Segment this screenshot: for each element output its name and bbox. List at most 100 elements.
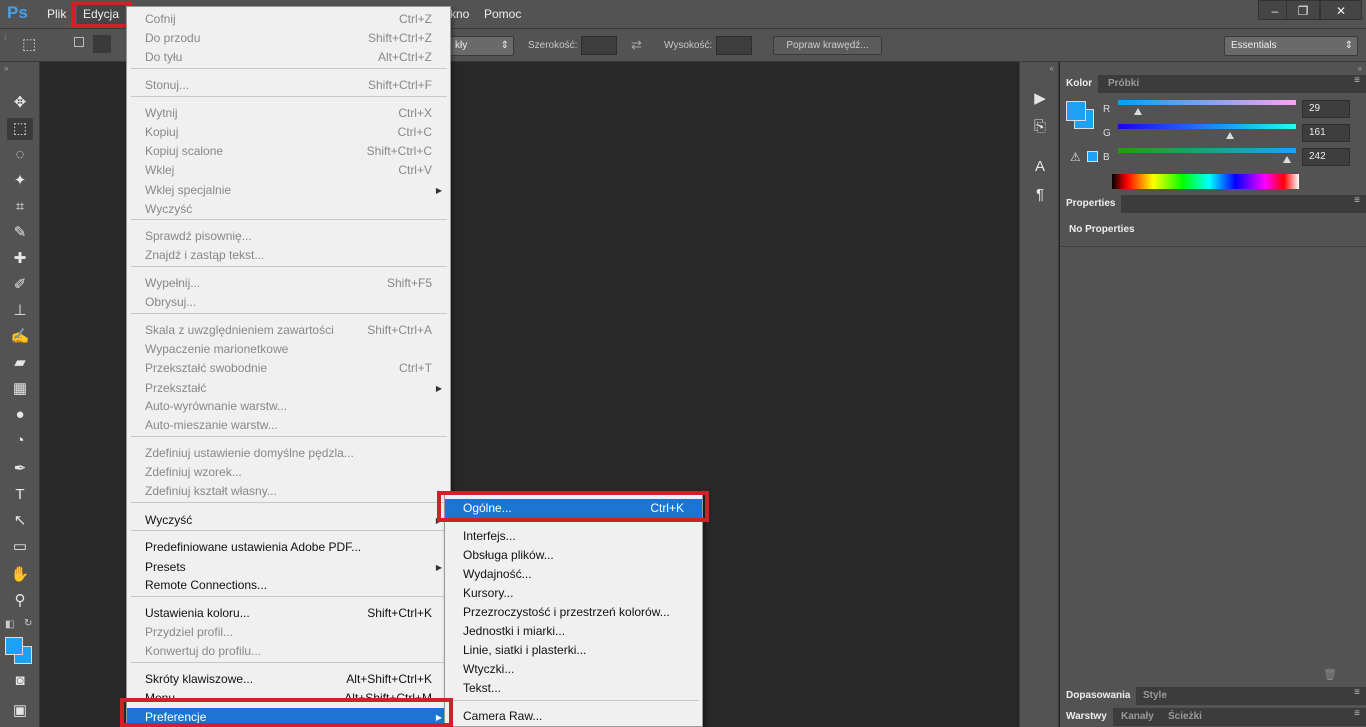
collapse-icon[interactable]: » xyxy=(4,64,8,73)
menu-item[interactable]: Presets ▶ xyxy=(127,558,450,577)
workspace-select[interactable]: Essentials ⇕ xyxy=(1224,36,1358,56)
submenu-item[interactable]: Wtyczki... xyxy=(445,660,702,679)
tab-style[interactable]: Style xyxy=(1137,687,1173,705)
menu-item[interactable]: Skala z uwzględnieniem zawartości Shift+C… xyxy=(127,321,450,340)
width-input[interactable] xyxy=(581,36,617,55)
menu-item[interactable]: Auto-wyrównanie warstw... xyxy=(127,397,450,416)
menu-item[interactable]: Przekształć ▶ xyxy=(127,379,450,398)
slider-g-thumb[interactable] xyxy=(1226,132,1235,139)
slider-b-thumb[interactable] xyxy=(1282,156,1291,163)
move-tool-icon[interactable]: ✥ xyxy=(7,92,33,114)
menu-item[interactable]: Wypaczenie marionetkowe xyxy=(127,340,450,359)
panel-menu-icon[interactable]: ≡ xyxy=(1354,708,1360,719)
path-select-icon[interactable]: ↖ xyxy=(7,510,33,532)
submenu-item[interactable]: Kursory... xyxy=(445,584,702,603)
websafe-swatch[interactable] xyxy=(1087,151,1098,162)
submenu-item[interactable]: Camera Raw... xyxy=(445,707,702,726)
add-selection-icon[interactable] xyxy=(93,35,111,53)
tab-properties[interactable]: Properties xyxy=(1060,195,1122,213)
tab-dopasowania[interactable]: Dopasowania xyxy=(1060,687,1137,705)
menu-item[interactable]: Zdefiniuj wzorek... xyxy=(127,463,450,482)
new-selection-icon[interactable] xyxy=(74,37,84,47)
character-icon[interactable]: A xyxy=(1027,156,1053,178)
menu-item[interactable]: Wklej specjalnie ▶ xyxy=(127,181,450,200)
menu-item[interactable]: Przydziel profil... xyxy=(127,623,450,642)
menu-item[interactable]: Wytnij Ctrl+X xyxy=(127,104,450,123)
slider-b[interactable] xyxy=(1118,148,1296,153)
menu-item[interactable]: Obrysuj... xyxy=(127,293,450,312)
tab-sciezki[interactable]: Ścieżki xyxy=(1162,708,1208,726)
menu-item[interactable]: Wklej Ctrl+V xyxy=(127,161,450,180)
stamp-tool-icon[interactable]: ⊥ xyxy=(7,300,33,322)
gradient-icon[interactable]: ▦ xyxy=(7,378,33,400)
paragraph-icon[interactable]: ¶ xyxy=(1027,184,1053,206)
menu-item[interactable]: Skróty klawiszowe... Alt+Shift+Ctrl+K xyxy=(127,670,450,689)
menu-item[interactable]: Kopiuj scalone Shift+Ctrl+C xyxy=(127,142,450,161)
zoom-tool-icon[interactable]: ⚲ xyxy=(7,590,33,612)
submenu-item[interactable]: Interfejs... xyxy=(445,527,702,546)
submenu-item[interactable]: Tekst... xyxy=(445,679,702,698)
type-tool-icon[interactable]: T xyxy=(7,484,33,506)
eraser-icon[interactable]: ▰ xyxy=(7,352,33,374)
color-ramp[interactable] xyxy=(1112,174,1299,189)
play-icon[interactable]: ▶ xyxy=(1027,88,1053,110)
trash-icon[interactable]: 🗑 xyxy=(1323,668,1337,681)
menu-item[interactable]: Do przodu Shift+Ctrl+Z xyxy=(127,29,450,48)
slider-r-thumb[interactable] xyxy=(1134,108,1143,115)
crop-tool-icon[interactable]: ⌗ xyxy=(7,196,33,218)
slider-r[interactable] xyxy=(1118,100,1296,105)
menu-item[interactable]: Auto-mieszanie warstw... xyxy=(127,416,450,435)
menu-item[interactable]: Sprawdź pisownię... xyxy=(127,227,450,246)
tab-kanaly[interactable]: Kanały xyxy=(1115,708,1160,726)
panel-menu-icon[interactable]: ≡ xyxy=(1354,75,1360,86)
blur-icon[interactable]: ● xyxy=(7,404,33,426)
menu-item[interactable]: Przekształć swobodnie Ctrl+T xyxy=(127,359,450,378)
marquee-tool-icon[interactable]: ⬚ xyxy=(7,118,33,140)
menu-plik[interactable]: Plik xyxy=(47,7,66,21)
submenu-item[interactable]: Linie, siatki i plasterki... xyxy=(445,641,702,660)
value-g[interactable]: 161 xyxy=(1302,124,1350,142)
panel-menu-icon[interactable]: ≡ xyxy=(1354,195,1360,206)
height-input[interactable] xyxy=(716,36,752,55)
menu-okno[interactable]: kno xyxy=(450,7,469,21)
tab-kolor[interactable]: Kolor xyxy=(1060,75,1099,93)
submenu-item[interactable]: Przezroczystość i przestrzeń kolorów... xyxy=(445,603,702,622)
magic-wand-icon[interactable]: ✦ xyxy=(7,170,33,192)
foreground-color-swatch[interactable] xyxy=(5,637,23,655)
default-colors-icon[interactable]: ◧ xyxy=(5,619,14,630)
menu-item[interactable]: Zdefiniuj kształt własny... xyxy=(127,482,450,501)
shape-tool-icon[interactable]: ▭ xyxy=(7,536,33,558)
quick-mask-icon[interactable]: ◙ xyxy=(7,670,33,692)
close-button[interactable]: ✕ xyxy=(1320,0,1362,20)
tab-warstwy[interactable]: Warstwy xyxy=(1060,708,1113,726)
warning-icon[interactable]: ⚠ xyxy=(1070,150,1081,164)
menu-item[interactable]: Zdefiniuj ustawienie domyślne pędzla... xyxy=(127,444,450,463)
slider-g[interactable] xyxy=(1118,124,1296,129)
kolor-fg-swatch[interactable] xyxy=(1066,101,1086,121)
menu-item[interactable]: Wypełnij... Shift+F5 xyxy=(127,274,450,293)
dodge-icon[interactable]: ◔ xyxy=(7,430,33,452)
swap-colors-icon[interactable]: ↻ xyxy=(24,618,32,629)
marquee-preset-icon[interactable]: ⬚ xyxy=(22,35,36,53)
refine-edge-button[interactable]: Popraw krawędź... xyxy=(773,36,882,55)
menu-pomoc[interactable]: Pomoc xyxy=(484,7,521,21)
menu-item[interactable]: Stonuj... Shift+Ctrl+F xyxy=(127,76,450,95)
style-select[interactable]: kły ⇕ xyxy=(448,36,514,56)
menu-item[interactable]: Cofnij Ctrl+Z xyxy=(127,10,450,29)
tab-probki[interactable]: Próbki xyxy=(1102,75,1145,93)
value-r[interactable]: 29 xyxy=(1302,100,1350,118)
menu-item[interactable]: Remote Connections... xyxy=(127,576,450,595)
screen-mode-icon[interactable]: ▣ xyxy=(7,700,33,722)
swap-icon[interactable]: ⇄ xyxy=(631,37,642,53)
menu-item[interactable]: Wyczyść xyxy=(127,200,450,219)
healing-brush-icon[interactable]: ✚ xyxy=(7,248,33,270)
panel-menu-icon[interactable]: ≡ xyxy=(1354,687,1360,698)
eyedropper-icon[interactable]: ✎ xyxy=(7,222,33,244)
menu-item[interactable]: Do tyłu Alt+Ctrl+Z xyxy=(127,48,450,67)
submenu-item[interactable]: Wydajność... xyxy=(445,565,702,584)
menu-item[interactable]: Wyczyść ▶ xyxy=(127,511,450,530)
history-brush-icon[interactable]: ✍ xyxy=(7,326,33,348)
lasso-tool-icon[interactable]: ◌ xyxy=(7,144,33,166)
brush-tool-icon[interactable]: ✐ xyxy=(7,274,33,296)
collapse-icon[interactable]: « xyxy=(1050,64,1054,73)
